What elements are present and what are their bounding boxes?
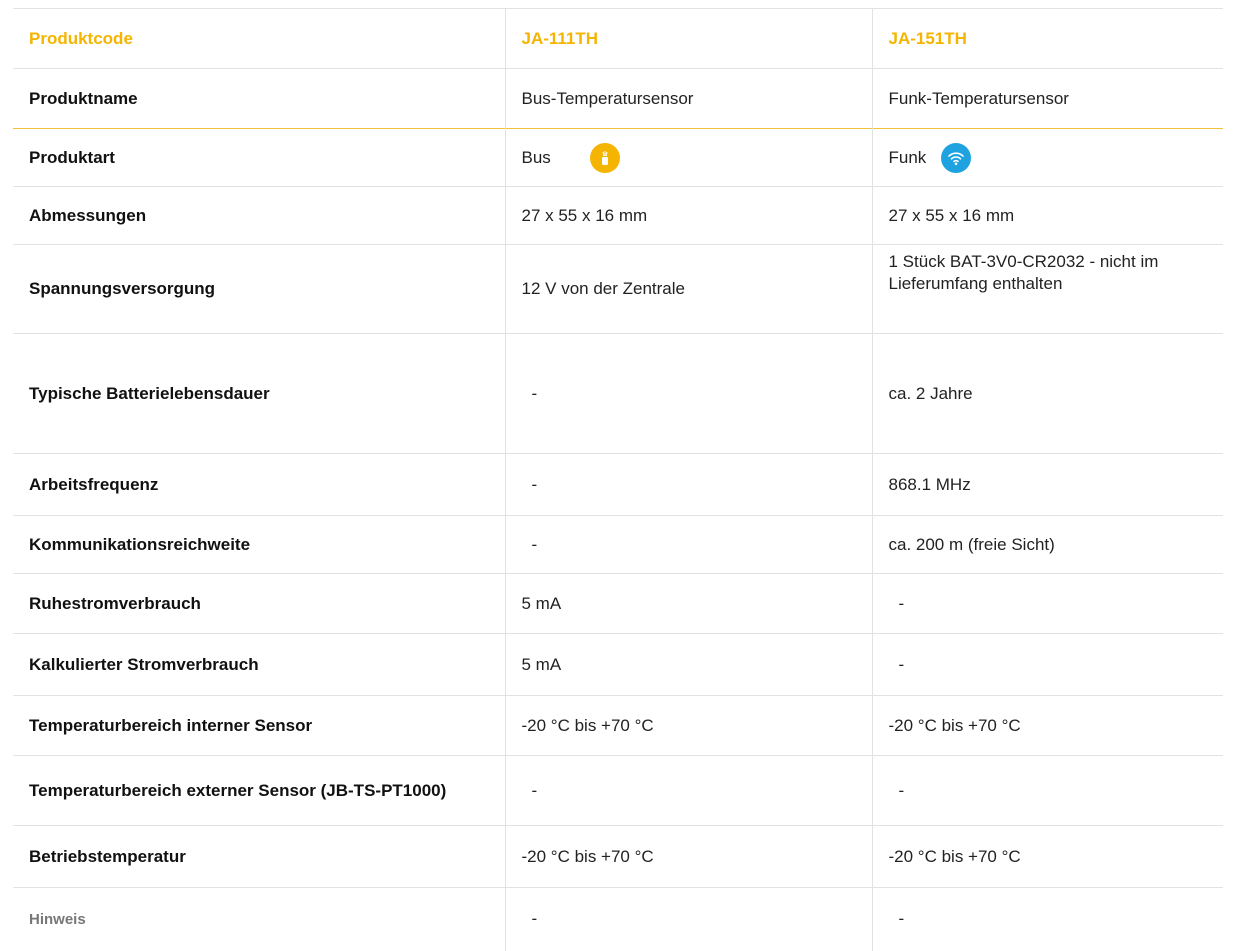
table-row: Temperaturbereich interner Sensor -20 °C… [13, 695, 1223, 756]
row-value: - [504, 333, 872, 454]
row-label: Kommunikationsreichweite [13, 515, 505, 574]
row-value: 868.1 MHz [871, 453, 1223, 516]
row-label: Temperaturbereich interner Sensor [13, 695, 505, 756]
table-row: Typische Batterielebensdauer - ca. 2 Jah… [13, 333, 1223, 454]
row-value: 5 mA [504, 573, 872, 634]
row-label: Abmessungen [13, 186, 505, 245]
row-label: Hinweis [13, 887, 505, 951]
table-row: Produktname Bus-Temperatursensor Funk-Te… [13, 68, 1223, 129]
table-row: Abmessungen 27 x 55 x 16 mm 27 x 55 x 16… [13, 186, 1223, 245]
table-row: Spannungsversorgung 12 V von der Zentral… [13, 244, 1223, 334]
product-type-bus: Bus [521, 147, 551, 167]
row-label: Arbeitsfrequenz [13, 453, 505, 516]
row-value: -20 °C bis +70 °C [871, 825, 1223, 888]
product-type-funk: Funk [888, 147, 927, 167]
row-value: - [871, 633, 1223, 696]
row-value: 27 x 55 x 16 mm [504, 186, 872, 245]
table-row: Arbeitsfrequenz - 868.1 MHz [13, 453, 1223, 516]
product-code-col1: JA-111TH [504, 8, 872, 69]
row-label: Produktart [13, 128, 505, 187]
row-value: 12 V von der Zentrale [504, 244, 872, 334]
row-value: -20 °C bis +70 °C [504, 695, 872, 756]
table-row: Ruhestromverbrauch 5 mA - [13, 573, 1223, 634]
row-label: Produktname [13, 68, 505, 129]
header-label: Produktcode [13, 8, 505, 69]
header-row: Produktcode JA-111TH JA-151TH [13, 8, 1223, 69]
table-row: Kommunikationsreichweite - ca. 200 m (fr… [13, 515, 1223, 574]
row-value: - [871, 755, 1223, 826]
row-value: 5 mA [504, 633, 872, 696]
row-value: - [504, 515, 872, 574]
table-row: Hinweis - - [13, 887, 1223, 951]
table-row: Kalkulierter Stromverbrauch 5 mA - [13, 633, 1223, 696]
row-value: -20 °C bis +70 °C [871, 695, 1223, 756]
row-value: Funk-Temperatursensor [871, 68, 1223, 129]
row-value: - [871, 573, 1223, 634]
row-value: Bus-Temperatursensor [504, 68, 872, 129]
row-value: ca. 2 Jahre [871, 333, 1223, 454]
wireless-icon [940, 142, 971, 173]
row-value: - [504, 755, 872, 826]
row-label: Typische Batterielebensdauer [13, 333, 505, 454]
table-row: Betriebstemperatur -20 °C bis +70 °C -20… [13, 825, 1223, 888]
row-value: 27 x 55 x 16 mm [871, 186, 1223, 245]
row-label: Ruhestromverbrauch [13, 573, 505, 634]
bus-line-icon [589, 142, 620, 173]
row-label: Betriebstemperatur [13, 825, 505, 888]
row-value: - [871, 887, 1223, 951]
row-value: Funk [871, 128, 1223, 187]
product-comparison: Produktcode JA-111TH JA-151TH Produktnam… [13, 8, 1223, 951]
row-label: Kalkulierter Stromverbrauch [13, 633, 505, 696]
table-row: Produktart Bus Funk [13, 128, 1223, 187]
row-value: -20 °C bis +70 °C [504, 825, 872, 888]
row-value: ca. 200 m (freie Sicht) [871, 515, 1223, 574]
row-value: - [504, 453, 872, 516]
row-label: Spannungsversorgung [13, 244, 505, 334]
row-value: Bus [504, 128, 872, 187]
comparison-table: Produktcode JA-111TH JA-151TH Produktnam… [13, 8, 1223, 951]
row-value: 1 Stück BAT-3V0-CR2032 - nicht im Liefer… [871, 244, 1223, 334]
product-code-col2: JA-151TH [871, 8, 1223, 69]
row-value: - [504, 887, 872, 951]
row-label: Temperaturbereich externer Sensor (JB-TS… [13, 755, 505, 826]
table-row: Temperaturbereich externer Sensor (JB-TS… [13, 755, 1223, 826]
